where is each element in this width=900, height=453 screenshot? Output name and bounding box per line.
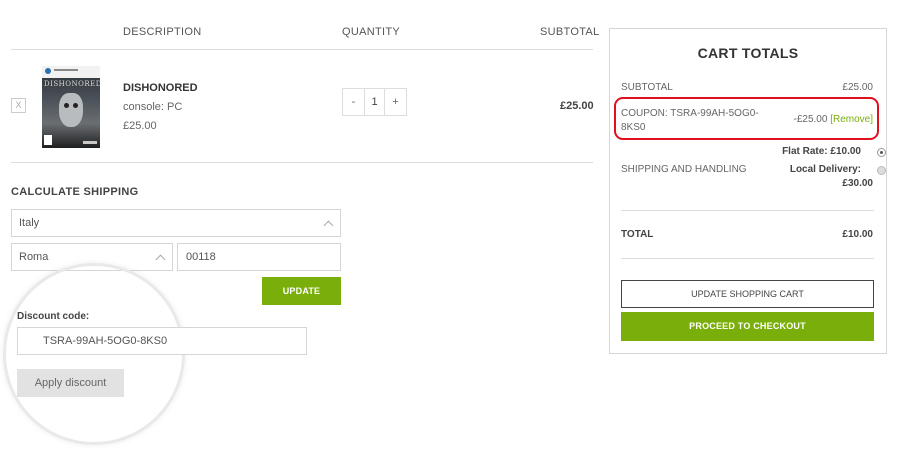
coupon-value: -£25.00: [793, 114, 828, 125]
subtotal-header: SUBTOTAL: [540, 26, 600, 38]
update-shipping-button[interactable]: UPDATE: [262, 277, 341, 305]
mask-artwork-icon: [59, 93, 83, 127]
coupon-label: COUPON: TSRA-99AH-5OG0- 8KS0: [621, 107, 759, 135]
checkout-button[interactable]: PROCEED TO CHECKOUT: [621, 312, 874, 341]
quantity-decrement-button[interactable]: -: [343, 89, 364, 115]
apply-discount-button[interactable]: Apply discount: [17, 369, 124, 397]
product-console: console: PC: [123, 101, 182, 113]
totals-subtotal-label: SUBTOTAL: [621, 82, 673, 93]
shipping-handling-label: SHIPPING AND HANDLING: [621, 164, 747, 175]
discount-code-input[interactable]: TSRA-99AH-5OG0-8KS0: [17, 327, 307, 355]
discount-label: Discount code:: [17, 311, 90, 322]
console-label: console:: [123, 101, 164, 113]
local-delivery-label: Local Delivery:: [789, 164, 861, 175]
total-value: £10.00: [842, 229, 873, 240]
remove-item-button[interactable]: X: [11, 98, 26, 113]
cover-title: DISHONORED: [44, 80, 100, 88]
description-header: DESCRIPTION: [123, 26, 202, 38]
quantity-increment-button[interactable]: +: [385, 89, 406, 115]
quantity-stepper: - 1 +: [342, 88, 407, 116]
product-price: £25.00: [123, 120, 157, 132]
quantity-input[interactable]: 1: [364, 89, 385, 115]
local-delivery-price: £30.00: [842, 178, 873, 189]
cover-banner: [42, 66, 100, 78]
totals-divider-2: [621, 258, 874, 259]
row-divider: [11, 162, 593, 163]
flat-rate-radio[interactable]: [877, 148, 886, 157]
publisher-logo-icon: [83, 141, 97, 144]
header-divider: [11, 49, 593, 50]
postcode-input[interactable]: 00118: [177, 243, 341, 271]
rating-icon: [44, 135, 52, 145]
coupon-label-line2: 8KS0: [621, 122, 646, 133]
country-value: Italy: [19, 217, 40, 229]
flat-rate-label: Flat Rate: £10.00: [782, 146, 861, 157]
platform-logo-icon: [45, 68, 51, 74]
coupon-remove-link[interactable]: [Remove]: [830, 114, 873, 125]
country-select[interactable]: Italy: [11, 209, 341, 237]
totals-subtotal-value: £25.00: [842, 82, 873, 93]
totals-divider-1: [621, 210, 874, 211]
coupon-label-line1: COUPON: TSRA-99AH-5OG0-: [621, 108, 759, 119]
total-label: TOTAL: [621, 229, 654, 240]
cart-totals-title: CART TOTALS: [697, 45, 799, 61]
shipping-title: CALCULATE SHIPPING: [11, 186, 139, 198]
console-value: PC: [167, 101, 183, 113]
chevron-up-icon: [323, 220, 334, 231]
local-delivery-radio[interactable]: [877, 166, 886, 175]
quantity-header: QUANTITY: [342, 26, 401, 38]
city-value: Roma: [19, 251, 49, 263]
item-subtotal: £25.00: [560, 100, 594, 112]
chevron-up-icon: [155, 254, 166, 265]
update-cart-button[interactable]: UPDATE SHOPPING CART: [621, 280, 874, 308]
product-name[interactable]: DISHONORED: [123, 82, 198, 94]
coupon-amount: -£25.00 [Remove]: [794, 114, 874, 125]
product-image[interactable]: DISHONORED: [42, 66, 100, 148]
